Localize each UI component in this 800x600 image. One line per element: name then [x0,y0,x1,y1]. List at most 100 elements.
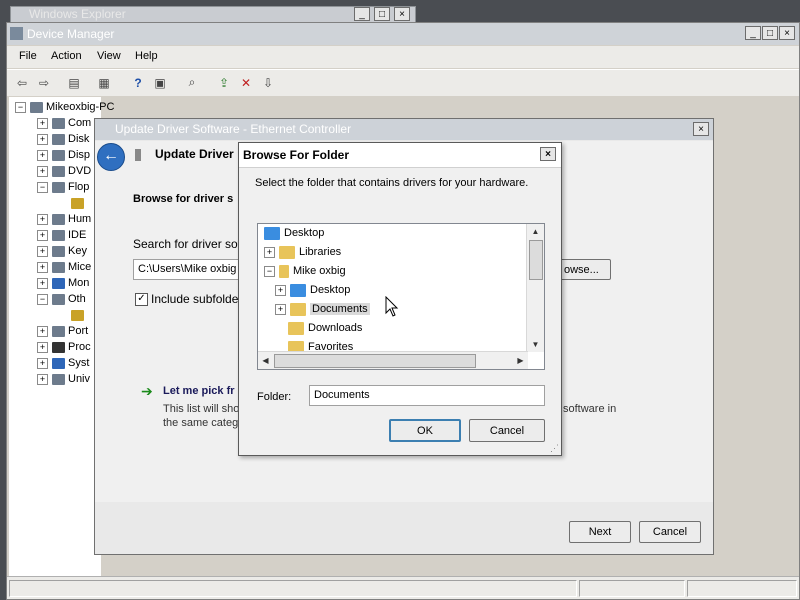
menu-file[interactable]: File [19,50,37,62]
horizontal-scroll-thumb[interactable] [274,354,476,368]
scan-hardware-icon[interactable]: ⌕ [183,74,201,91]
collapse-icon[interactable]: − [37,293,48,305]
disk-icon [52,133,65,145]
properties-icon[interactable]: ▦ [95,74,113,91]
browse-button[interactable]: owse... [559,259,611,280]
monitor-icon [52,277,65,289]
expand-icon[interactable]: + [275,284,286,296]
expand-icon[interactable]: + [37,133,48,145]
horizontal-scrollbar[interactable]: ◀ ▶ [258,351,528,369]
tree-item[interactable]: + Univ [37,371,90,387]
expand-icon[interactable]: + [37,261,48,273]
vertical-scrollbar[interactable]: ▲ ▼ [526,224,544,352]
driver-path-input[interactable]: C:\Users\Mike oxbig [133,259,243,280]
tree-item[interactable]: − Flop [37,179,89,195]
expand-icon[interactable]: + [275,303,286,315]
folder-tree[interactable]: Desktop + Libraries − Mike oxbig + Desktop … [257,223,545,370]
expand-icon[interactable]: + [37,245,48,257]
tree-item[interactable]: + Proc [37,339,91,355]
close-button[interactable]: × [540,147,556,161]
menu-view[interactable]: View [97,50,121,62]
libraries-icon [279,245,295,259]
tree-item[interactable]: + Hum [37,211,91,227]
close-button[interactable]: × [394,7,410,21]
expand-icon[interactable]: + [37,229,48,241]
tree-root[interactable]: − Mikeoxbig-PC [15,99,114,115]
back-icon[interactable]: ⇦ [13,74,31,91]
tree-item[interactable]: + Port [37,323,88,339]
close-button[interactable]: × [779,26,795,40]
maximize-button[interactable]: □ [374,7,390,21]
update-driver-titlebar[interactable]: Update Driver Software - Ethernet Contro… [95,119,713,140]
help-icon[interactable]: ? [129,74,147,91]
ok-button[interactable]: OK [389,419,461,442]
expand-icon[interactable]: + [37,165,48,177]
tree-item[interactable]: + Mice [37,259,91,275]
collapse-icon[interactable]: − [37,181,48,193]
tree-item[interactable] [71,307,87,323]
tree-item[interactable] [71,195,87,211]
include-subfolders-checkbox[interactable]: ✓ [135,293,148,306]
computer-icon [52,117,65,129]
back-arrow-icon[interactable]: ← [97,143,125,171]
expand-icon[interactable]: + [37,341,48,353]
collapse-icon[interactable]: − [15,101,26,113]
close-button[interactable]: × [693,122,709,136]
device-manager-titlebar[interactable]: Device Manager _ □ × [7,23,799,45]
folder-item-libraries[interactable]: + Libraries [264,243,341,261]
expand-icon[interactable]: + [37,149,48,161]
show-hide-tree-icon[interactable]: ▤ [65,74,83,91]
tree-item[interactable]: + IDE [37,227,86,243]
browse-dialog-titlebar[interactable]: Browse For Folder × [239,143,561,168]
status-segment [579,580,685,597]
status-segment [687,580,797,597]
browse-for-folder-dialog: Browse For Folder × Select the folder th… [238,142,562,456]
tree-item[interactable]: + Key [37,243,87,259]
forward-icon[interactable]: ⇨ [35,74,53,91]
expand-icon[interactable]: + [37,373,48,385]
resize-grip-icon[interactable]: ⋰ [550,443,559,454]
scroll-right-icon[interactable]: ▶ [513,353,528,368]
disable-icon[interactable]: ⇩ [259,74,277,91]
expand-icon[interactable]: + [37,213,48,225]
scroll-left-icon[interactable]: ◀ [258,353,273,368]
expand-icon[interactable]: + [37,117,48,129]
network-adapter-icon [135,149,141,161]
tree-item[interactable]: + DVD [37,163,91,179]
uninstall-icon[interactable]: ✕ [237,74,255,91]
expand-icon[interactable]: + [264,246,275,258]
tree-item[interactable]: + Com [37,115,91,131]
vertical-scroll-thumb[interactable] [529,240,543,280]
update-driver-icon[interactable]: ⇪ [215,74,233,91]
expand-icon[interactable]: + [37,325,48,337]
scroll-down-icon[interactable]: ▼ [528,337,543,352]
folder-item-user-desktop[interactable]: + Desktop [275,281,350,299]
green-arrow-icon: ➔ [141,383,153,399]
let-me-pick-link[interactable]: Let me pick fr [163,385,235,397]
maximize-button[interactable]: □ [762,26,778,40]
tree-item[interactable]: − Oth [37,291,86,307]
tree-item[interactable]: + Syst [37,355,89,371]
collapse-icon[interactable]: − [264,265,275,277]
menu-help[interactable]: Help [135,50,158,62]
cancel-button[interactable]: Cancel [639,521,701,543]
folder-input[interactable]: Documents [309,385,545,406]
minimize-button[interactable]: _ [354,7,370,21]
folder-item-desktop[interactable]: Desktop [264,224,324,242]
minimize-button[interactable]: _ [745,26,761,40]
tree-item[interactable]: + Mon [37,275,89,291]
tree-item[interactable]: + Disp [37,147,90,163]
properties-pane-icon[interactable]: ▣ [151,74,169,91]
expand-icon[interactable]: + [37,277,48,289]
tree-item[interactable]: + Disk [37,131,89,147]
folder-label: Folder: [257,391,292,403]
expand-icon[interactable]: + [37,357,48,369]
menu-action[interactable]: Action [51,50,82,62]
folder-item-user[interactable]: − Mike oxbig [264,262,346,280]
scroll-up-icon[interactable]: ▲ [528,224,543,239]
hid-icon [52,213,65,225]
next-button[interactable]: Next [569,521,631,543]
folder-item-downloads[interactable]: Downloads [288,319,362,337]
cancel-button[interactable]: Cancel [469,419,545,442]
folder-item-documents[interactable]: + Documents [275,300,370,318]
